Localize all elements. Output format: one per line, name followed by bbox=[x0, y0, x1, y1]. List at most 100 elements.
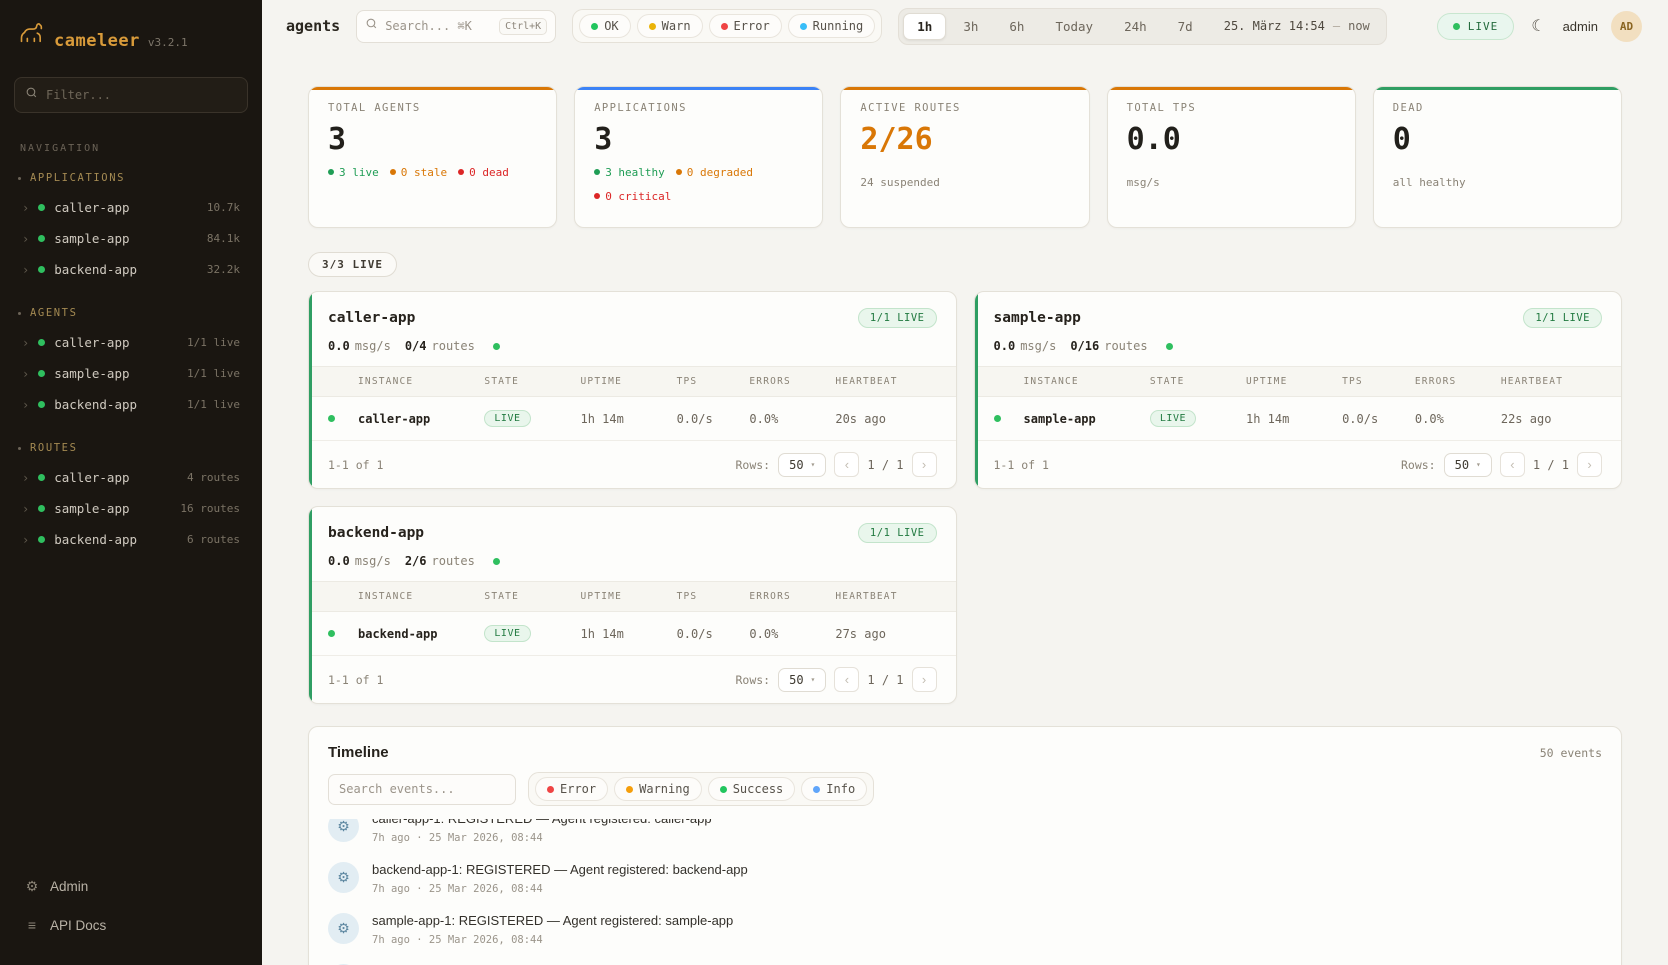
next-page-button[interactable]: › bbox=[912, 667, 937, 692]
sidebar-item[interactable]: › sample-app 84.1k bbox=[14, 223, 248, 254]
rows-per-page-select[interactable]: 50 ▾ bbox=[778, 668, 826, 692]
sidebar-item[interactable]: › backend-app 1/1 live bbox=[14, 389, 248, 420]
timeline-events-count: 50 events bbox=[1540, 746, 1602, 760]
stats-row: TOTAL AGENTS 3 3 live bbox=[308, 86, 1622, 228]
timeline-event: ⚙ caller-app-1: REGISTERED — Agent regis… bbox=[328, 819, 1602, 853]
event-gear-icon: ⚙ bbox=[328, 913, 359, 944]
event-gear-icon: ⚙ bbox=[328, 862, 359, 893]
timeline-filter-label: Error bbox=[560, 782, 596, 796]
state-badge: LIVE bbox=[484, 625, 530, 642]
sidebar-item[interactable]: › sample-app 16 routes bbox=[14, 493, 248, 524]
table-row[interactable]: sample-app LIVE 1h 14m 0.0/s 0.0% 22s ag… bbox=[975, 397, 1622, 441]
meta-text: 0 dead bbox=[469, 166, 509, 179]
sidebar-item-api-docs[interactable]: ≡ API Docs bbox=[16, 909, 246, 941]
app-routes-value: 0/4 bbox=[405, 339, 427, 353]
prev-page-button[interactable]: ‹ bbox=[834, 452, 859, 477]
stat-label: TOTAL AGENTS bbox=[328, 102, 537, 114]
status-dot-icon bbox=[38, 370, 45, 377]
stat-value: 0 bbox=[1393, 123, 1602, 156]
stat-value: 3 bbox=[328, 123, 537, 156]
table-footer: 1-1 of 1 Rows: 50 ▾ ‹ 1 / 1 › bbox=[309, 656, 956, 703]
sidebar-item-label: sample-app bbox=[54, 231, 129, 246]
global-search-input[interactable] bbox=[385, 19, 492, 33]
avatar[interactable]: AD bbox=[1611, 11, 1642, 42]
timeline-filter-label: Warning bbox=[639, 782, 690, 796]
sidebar-item-admin[interactable]: ⚙ Admin bbox=[16, 870, 246, 903]
app-live-badge: 1/1 LIVE bbox=[858, 523, 937, 543]
sidebar-section-items: › caller-app 1/1 live › sample-app 1/1 l… bbox=[14, 327, 248, 420]
app-tps-unit: msg/s bbox=[1020, 339, 1056, 353]
status-filter-chip[interactable]: Error bbox=[709, 14, 782, 38]
timeline-event: ⚙ sample-app-1: REGISTERED — Agent regis… bbox=[328, 904, 1602, 955]
sidebar-section-header[interactable]: AGENTS bbox=[14, 301, 248, 327]
rows-per-page-select[interactable]: 50 ▾ bbox=[1444, 453, 1492, 477]
app-stats: 0.0 msg/s 2/6 routes bbox=[309, 552, 956, 581]
live-indicator[interactable]: LIVE bbox=[1437, 13, 1515, 40]
sidebar-item[interactable]: › caller-app 4 routes bbox=[14, 462, 248, 493]
timeline-event: ⚙ backend-app-1: REGISTERED — Agent regi… bbox=[328, 853, 1602, 904]
rows-value: 50 bbox=[789, 673, 803, 687]
sidebar-filter[interactable] bbox=[14, 77, 248, 113]
status-filter-label: OK bbox=[604, 19, 618, 33]
next-icon: › bbox=[1587, 457, 1591, 472]
heartbeat-cell: 22s ago bbox=[1501, 412, 1602, 426]
table-row[interactable]: caller-app LIVE 1h 14m 0.0/s 0.0% 20s ag… bbox=[309, 397, 956, 441]
next-page-button[interactable]: › bbox=[912, 452, 937, 477]
table-header-cell: INSTANCE bbox=[358, 376, 484, 387]
chevron-right-icon: › bbox=[22, 233, 29, 245]
section-collapse-dot-icon bbox=[18, 447, 21, 450]
app-tps-value: 0.0 bbox=[328, 339, 350, 353]
sidebar-item[interactable]: › caller-app 10.7k bbox=[14, 192, 248, 223]
global-search[interactable]: Ctrl+K bbox=[356, 10, 556, 43]
sidebar-item[interactable]: › backend-app 32.2k bbox=[14, 254, 248, 285]
sidebar-item[interactable]: › caller-app 1/1 live bbox=[14, 327, 248, 358]
sidebar-item[interactable]: › sample-app 1/1 live bbox=[14, 358, 248, 389]
timeline-filter-chip[interactable]: Warning bbox=[614, 777, 702, 801]
dark-mode-toggle[interactable]: ☾ bbox=[1527, 12, 1549, 40]
range-button[interactable]: 24h bbox=[1110, 13, 1161, 40]
range-button[interactable]: Today bbox=[1041, 13, 1107, 40]
prev-page-button[interactable]: ‹ bbox=[1500, 452, 1525, 477]
stat-accent-bar bbox=[1108, 87, 1355, 90]
status-dot-icon bbox=[721, 23, 728, 30]
sidebar-filter-input[interactable] bbox=[46, 88, 237, 102]
sidebar-section-header[interactable]: ROUTES bbox=[14, 436, 248, 462]
meta-text: 0 stale bbox=[401, 166, 447, 179]
stat-meta-item: 0 critical bbox=[594, 190, 671, 203]
status-filter-chip[interactable]: Running bbox=[788, 14, 876, 38]
table-row[interactable]: backend-app LIVE 1h 14m 0.0/s 0.0% 27s a… bbox=[309, 612, 956, 656]
app-tps-value: 0.0 bbox=[994, 339, 1016, 353]
timeline-controls: Error Warning Success bbox=[309, 772, 1621, 819]
timeline-filter-chip[interactable]: Error bbox=[535, 777, 608, 801]
status-dot-icon bbox=[38, 266, 45, 273]
severity-dot-icon bbox=[547, 786, 554, 793]
range-button[interactable]: 1h bbox=[903, 13, 946, 40]
timeline-events[interactable]: ⚙ caller-app-1: REGISTERED — Agent regis… bbox=[309, 819, 1621, 965]
range-button[interactable]: 6h bbox=[995, 13, 1038, 40]
timeline-search-input[interactable] bbox=[328, 774, 516, 805]
meta-text: 0 degraded bbox=[687, 166, 753, 179]
table-header: INSTANCE STATE UPTIME TPS ERRORS HEARTBE… bbox=[309, 581, 956, 612]
table-header-cell: HEARTBEAT bbox=[835, 376, 936, 387]
table-header-cell: STATE bbox=[484, 591, 580, 602]
sidebar-item[interactable]: › backend-app 6 routes bbox=[14, 524, 248, 555]
range-button[interactable]: 7d bbox=[1164, 13, 1207, 40]
stat-meta: 3 healthy 0 degraded 0 criti bbox=[594, 166, 803, 203]
sidebar-section-header[interactable]: APPLICATIONS bbox=[14, 166, 248, 192]
instance-name: backend-app bbox=[358, 627, 484, 641]
timeline-filter-chip[interactable]: Success bbox=[708, 777, 796, 801]
stat-card: ACTIVE ROUTES 2/26 24 suspended bbox=[840, 86, 1089, 228]
status-filter-chip[interactable]: OK bbox=[579, 14, 630, 38]
status-filter-chip[interactable]: Warn bbox=[637, 14, 703, 38]
prev-page-button[interactable]: ‹ bbox=[834, 667, 859, 692]
range-button[interactable]: 3h bbox=[949, 13, 992, 40]
page-indicator: 1 / 1 bbox=[1533, 458, 1569, 472]
next-icon: › bbox=[922, 672, 926, 687]
timeline-filter-chip[interactable]: Info bbox=[801, 777, 867, 801]
chevron-right-icon: › bbox=[22, 337, 29, 349]
next-page-button[interactable]: › bbox=[1577, 452, 1602, 477]
app-routes-label: routes bbox=[432, 339, 475, 353]
rows-per-page-select[interactable]: 50 ▾ bbox=[778, 453, 826, 477]
sidebar-item-label: sample-app bbox=[54, 501, 129, 516]
brand: cameleer v3.2.1 bbox=[14, 16, 248, 53]
